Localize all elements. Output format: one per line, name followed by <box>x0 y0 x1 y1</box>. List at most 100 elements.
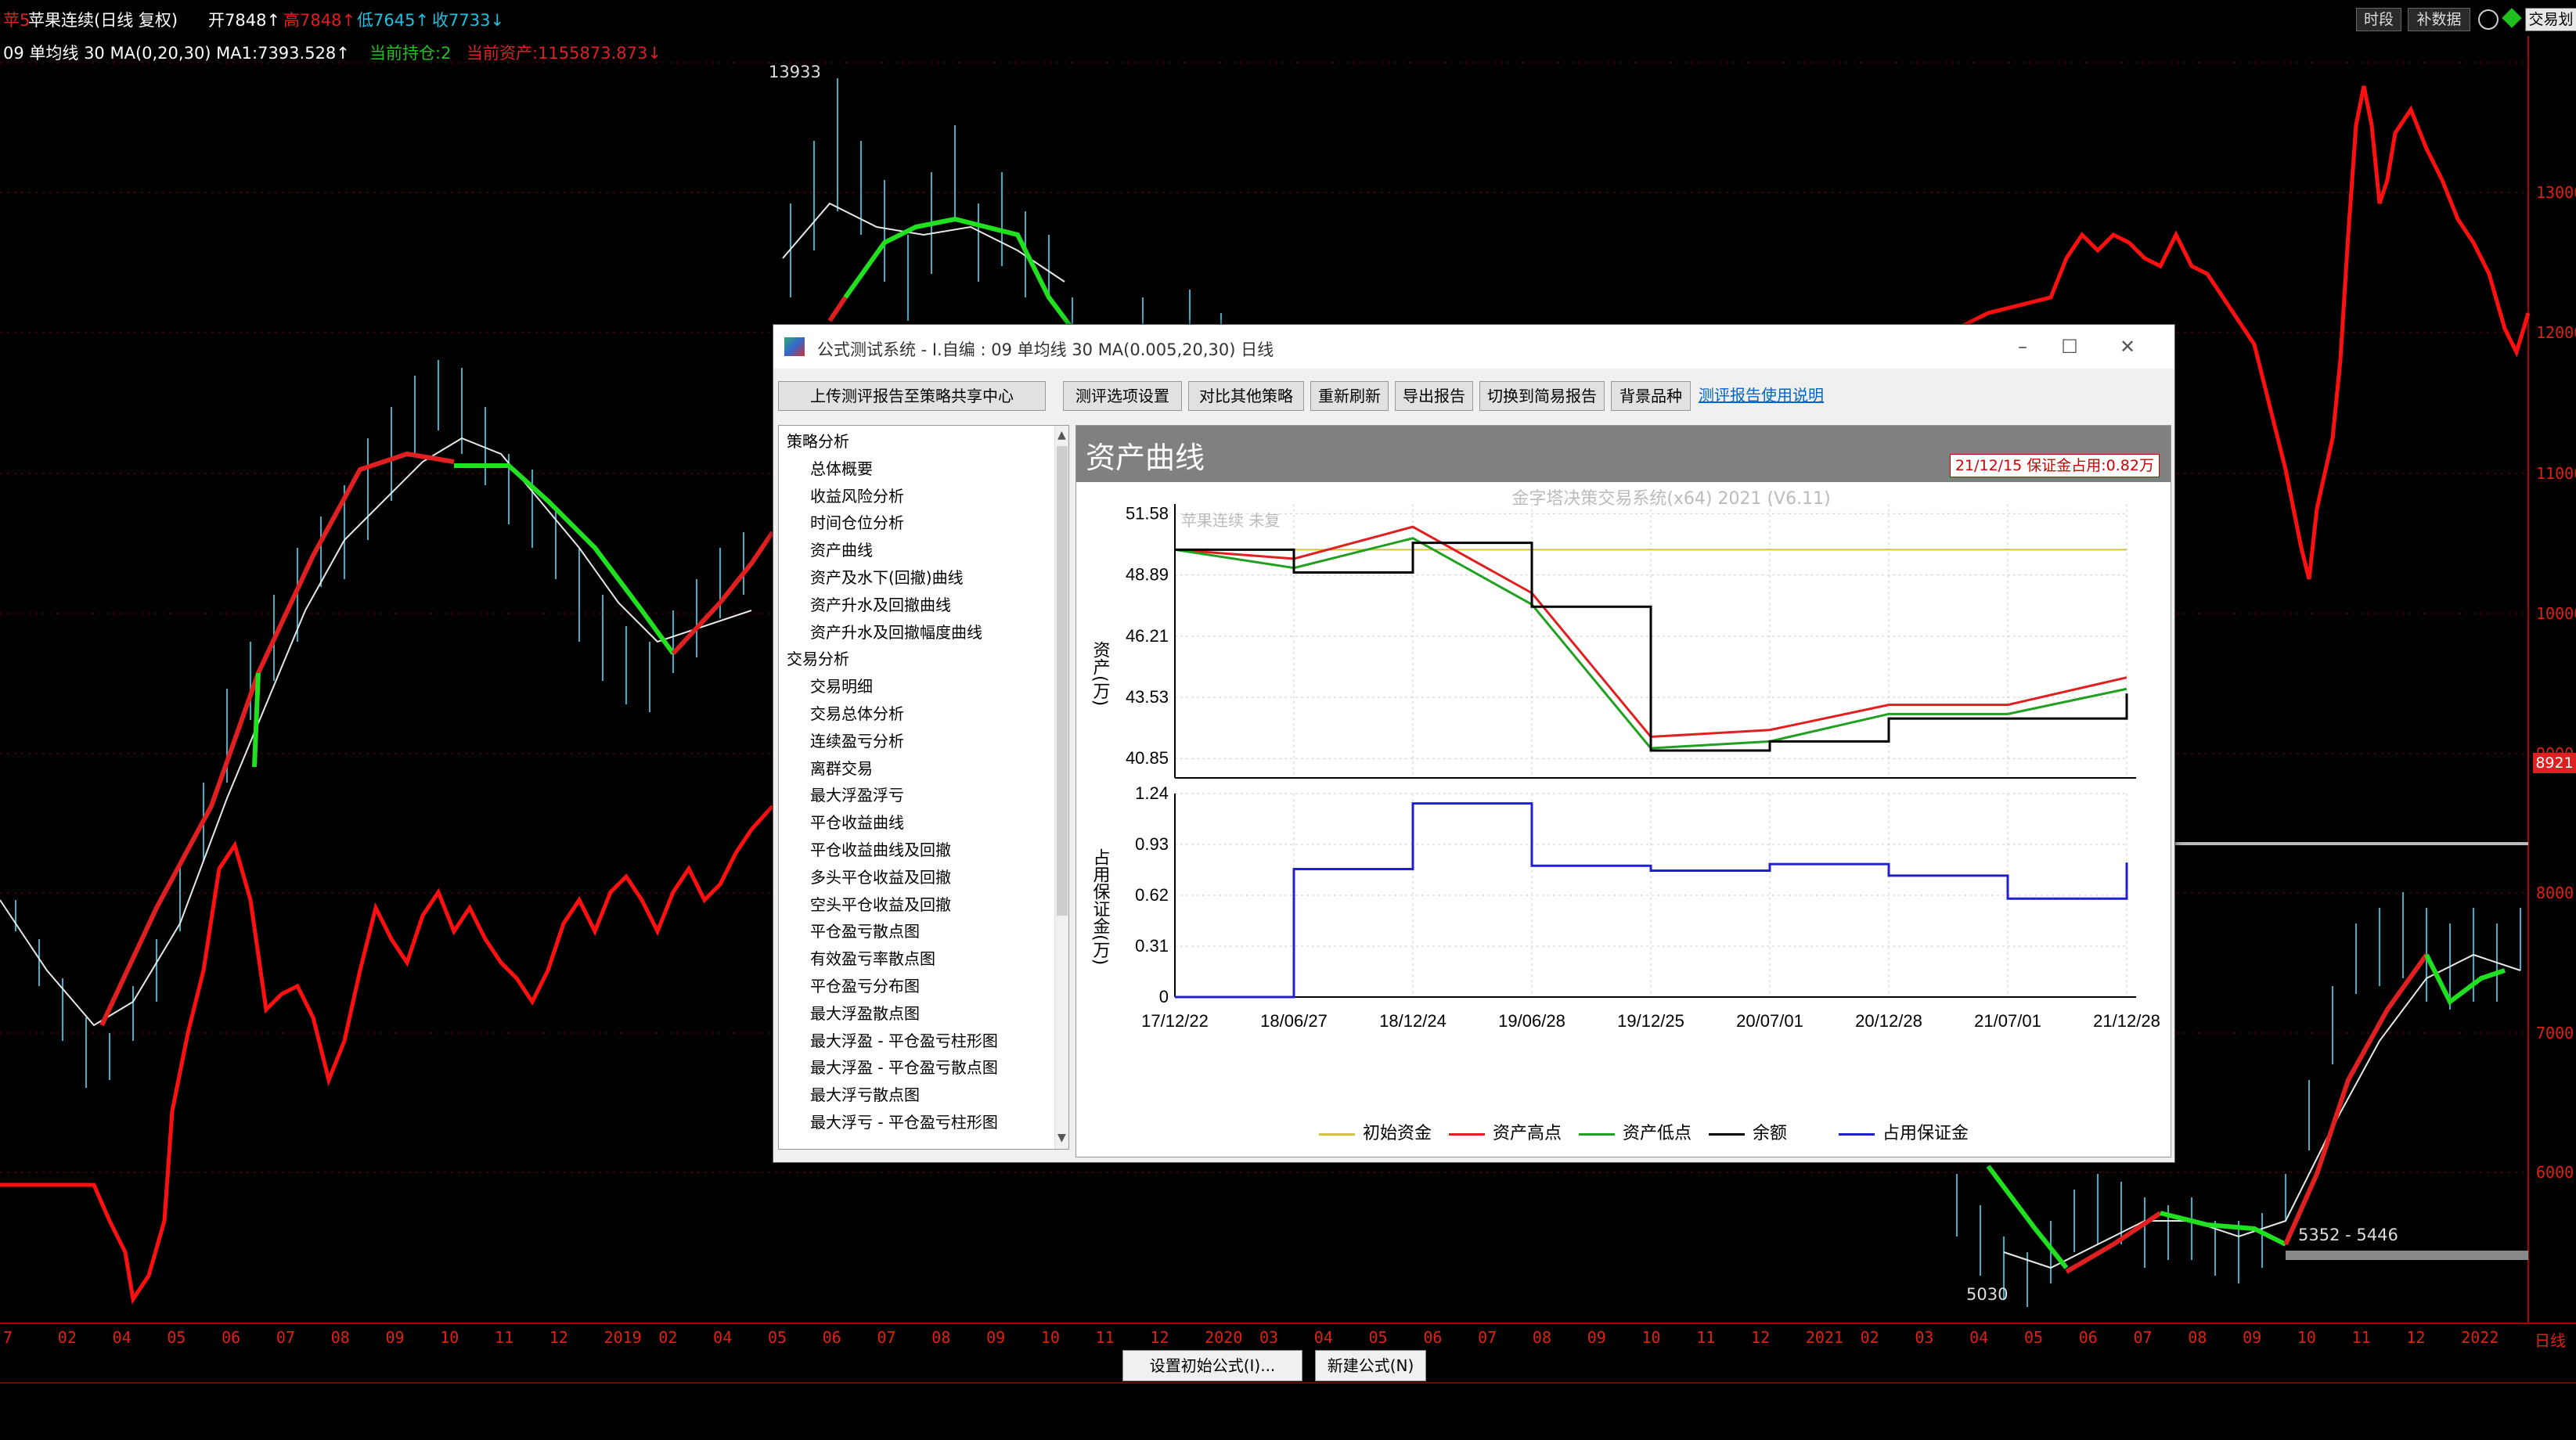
upper-y-axis-label: 资产(万) <box>1090 641 1111 706</box>
upload-report-button[interactable]: 上传测评报告至策略共享中心 <box>778 381 1046 411</box>
tree-item[interactable]: 交易明细 <box>810 674 873 697</box>
scroll-down-icon[interactable]: ▼ <box>1057 1132 1066 1144</box>
tree-item[interactable]: 平仓收益曲线 <box>810 810 904 833</box>
legend-swatch <box>1839 1132 1875 1136</box>
tree-group[interactable]: 策略分析 <box>787 429 849 452</box>
asset-curve-chart[interactable]: 51.58 48.89 46.21 43.53 40.85 1.24 0.93 0.62 0.3… <box>1076 488 2171 1114</box>
y-tick: 11000 <box>2536 464 2576 483</box>
app-icon <box>784 337 805 356</box>
tree-item[interactable]: 平仓盈亏散点图 <box>810 919 920 941</box>
background-symbol-button[interactable]: 背景品种 <box>1611 381 1691 411</box>
y-tick: 10000 <box>2536 604 2576 623</box>
date-tick: 7 <box>3 1328 13 1347</box>
date-tick: 12 <box>1150 1328 1169 1347</box>
date-tick: 11 <box>495 1328 514 1347</box>
x-tick-label: 18/06/27 <box>1260 1011 1328 1031</box>
trade-button[interactable]: 交易划 <box>2525 8 2576 31</box>
y-tick-label: 0.31 <box>1135 936 1169 956</box>
tree-group[interactable]: 交易分析 <box>787 646 849 669</box>
analysis-tree[interactable]: 策略分析总体概要收益风险分析 时间仓位分析 资产曲线资产及水下(回撤)曲线 资产升水及… <box>778 425 1069 1150</box>
date-tick: 2021 <box>1805 1328 1843 1347</box>
y-tick-label: 40.85 <box>1126 748 1169 768</box>
tree-item[interactable]: 时间仓位分析 <box>810 510 904 533</box>
minimize-icon[interactable]: – <box>2007 333 2038 361</box>
date-tick: 12 <box>2406 1328 2426 1347</box>
maximize-icon[interactable]: ☐ <box>2054 333 2085 361</box>
tree-item[interactable]: 最大浮盈 - 平仓盈亏柱形图 <box>810 1028 998 1051</box>
tree-item[interactable]: 多头平仓收益及回撤 <box>810 865 951 887</box>
tree-item[interactable]: 资产升水及回撤幅度曲线 <box>810 620 982 643</box>
legend-label: 余额 <box>1753 1124 1788 1143</box>
date-tick: 04 <box>1969 1328 1989 1347</box>
tree-item[interactable]: 最大浮盈 - 平仓盈亏散点图 <box>810 1055 998 1078</box>
date-tick: 09 <box>1587 1328 1606 1347</box>
tree-item[interactable]: 最大浮亏散点图 <box>810 1082 920 1105</box>
tree-scrollbar[interactable]: ▲ ▼ <box>1054 426 1068 1149</box>
tree-item[interactable]: 最大浮盈浮亏 <box>810 783 904 805</box>
legend-item: 余额 <box>1709 1119 1787 1144</box>
date-tick: 05 <box>2023 1328 2044 1347</box>
tree-item[interactable]: 资产曲线 <box>810 538 873 560</box>
date-tick: 03 <box>1915 1328 1934 1347</box>
help-link[interactable]: 测评报告使用说明 <box>1699 383 1824 405</box>
dialog-title: 公式测试系统 - I.自编 : 09 单均线 30 MA(0.005,20,30… <box>817 340 1274 359</box>
tree-item[interactable]: 总体概要 <box>810 456 873 479</box>
refresh-icon[interactable] <box>2478 9 2499 30</box>
tree-item[interactable]: 最大浮盈散点图 <box>810 1001 920 1024</box>
set-initial-formula-button[interactable]: 设置初始公式(I)... <box>1122 1350 1302 1381</box>
compare-strategy-button[interactable]: 对比其他策略 <box>1188 381 1304 411</box>
period-button[interactable]: 时段 <box>2356 8 2401 31</box>
chart-legend: 初始资金 资产高点 资产低点 余额 占用保证金 <box>1076 1114 2171 1146</box>
date-tick: 12 <box>1751 1328 1771 1347</box>
date-tick: 08 <box>330 1328 350 1347</box>
low-price-label: 5030 <box>1966 1285 2009 1304</box>
formula-test-dialog[interactable]: 公式测试系统 - I.自编 : 09 单均线 30 MA(0.005,20,30… <box>773 324 2175 1163</box>
new-formula-button[interactable]: 新建公式(N) <box>1315 1350 1426 1381</box>
tree-item[interactable]: 平仓盈亏分布图 <box>810 974 920 996</box>
tree-item[interactable]: 空头平仓收益及回撤 <box>810 892 951 915</box>
tree-item[interactable]: 最大浮亏 - 平仓盈亏柱形图 <box>810 1110 998 1132</box>
date-tick: 04 <box>1313 1328 1333 1347</box>
period-label: 日线 <box>2535 1331 2566 1350</box>
date-tick: 03 <box>1259 1328 1279 1347</box>
date-tick: 10 <box>1641 1328 1661 1347</box>
refresh-button[interactable]: 重新刷新 <box>1310 381 1389 411</box>
tree-item[interactable]: 连续盈亏分析 <box>810 729 904 751</box>
close-icon[interactable]: ✕ <box>2112 333 2143 361</box>
date-tick: 06 <box>1423 1328 1443 1347</box>
range-label: 5352 - 5446 <box>2298 1226 2398 1244</box>
bottom-divider <box>0 1382 2576 1384</box>
tree-item[interactable]: 交易总体分析 <box>810 701 904 724</box>
legend-label: 初始资金 <box>1363 1124 1432 1143</box>
tree-item[interactable]: 有效盈亏率散点图 <box>810 946 935 969</box>
legend-item: 占用保证金 <box>1839 1119 1969 1144</box>
tree-item[interactable]: 平仓收益曲线及回撤 <box>810 837 951 860</box>
legend-item: 初始资金 <box>1319 1119 1432 1144</box>
x-tick-label: 21/07/01 <box>1974 1011 2041 1031</box>
y-tick-label: 0.62 <box>1135 885 1169 905</box>
panel-title: 资产曲线 <box>1086 441 1205 475</box>
diamond-icon[interactable] <box>2502 8 2522 28</box>
test-options-button[interactable]: 测评选项设置 <box>1063 381 1182 411</box>
tree-item[interactable]: 资产升水及回撤曲线 <box>810 592 951 615</box>
panel-header: 资产曲线 21/12/15 保证金占用:0.82万 <box>1076 426 2171 482</box>
tree-item[interactable]: 离群交易 <box>810 756 873 779</box>
tree-item[interactable]: 资产及水下(回撤)曲线 <box>810 565 964 588</box>
date-tick: 2020 <box>1205 1328 1243 1347</box>
assets-label: 当前资产:1155873.873↓ <box>467 44 661 63</box>
legend-label: 资产高点 <box>1493 1124 1562 1143</box>
scroll-up-icon[interactable]: ▲ <box>1057 429 1066 441</box>
x-tick-label: 19/12/25 <box>1617 1011 1684 1031</box>
dialog-title-bar[interactable]: 公式测试系统 - I.自编 : 09 单均线 30 MA(0.005,20,30… <box>773 325 2174 369</box>
fill-data-button[interactable]: 补数据 <box>2408 8 2470 31</box>
range-bar <box>2286 1251 2528 1260</box>
tree-scroll-thumb[interactable] <box>1057 446 1068 916</box>
simple-report-button[interactable]: 切换到简易报告 <box>1479 381 1605 411</box>
tree-item[interactable]: 收益风险分析 <box>810 484 904 506</box>
date-tick: 09 <box>385 1328 405 1347</box>
ma-line-left <box>0 437 752 1027</box>
indicator-row: 09 单均线 30 MA(0,20,30) MA1:7393.528↑ 当前持仓… <box>0 36 2505 67</box>
open-price: 开7848↑ <box>208 11 281 30</box>
export-report-button[interactable]: 导出报告 <box>1395 381 1473 411</box>
date-tick: 10 <box>1040 1328 1060 1347</box>
